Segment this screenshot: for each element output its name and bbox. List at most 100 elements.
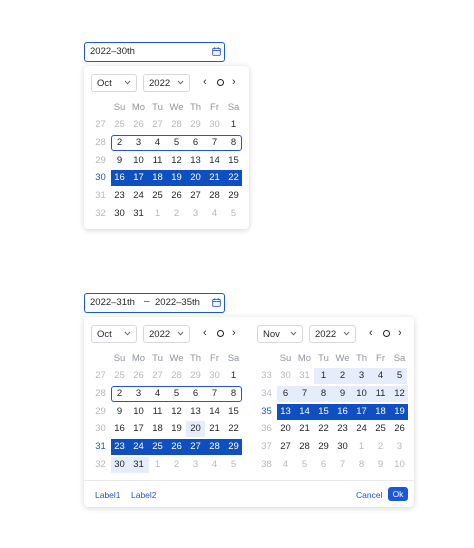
day-cell[interactable]: 1: [148, 457, 167, 473]
day-cell[interactable]: 21: [295, 421, 314, 437]
day-cell[interactable]: 3: [129, 386, 148, 402]
day-cell[interactable]: 17: [129, 421, 148, 437]
day-cell[interactable]: 28: [205, 439, 224, 455]
day-cell[interactable]: 6: [186, 135, 205, 151]
label1-link[interactable]: Label1: [95, 490, 121, 500]
day-cell[interactable]: 31: [129, 457, 148, 473]
day-cell[interactable]: 18: [148, 421, 167, 437]
day-cell[interactable]: 18: [148, 170, 167, 186]
day-cell[interactable]: 28: [167, 368, 186, 384]
week-range-input[interactable]: 2022–31th – 2022–35th: [84, 293, 225, 313]
day-cell[interactable]: 15: [224, 404, 243, 420]
day-cell[interactable]: 5: [167, 386, 186, 402]
right-month-select[interactable]: Nov: [257, 325, 303, 343]
day-cell[interactable]: 24: [352, 421, 371, 437]
day-cell[interactable]: 30: [205, 117, 224, 133]
day-cell[interactable]: 29: [314, 439, 333, 455]
day-cell[interactable]: 27: [276, 439, 295, 455]
day-cell[interactable]: 27: [148, 368, 167, 384]
day-cell[interactable]: 11: [371, 386, 390, 402]
day-cell[interactable]: 2: [167, 206, 186, 222]
ok-button[interactable]: Ok: [388, 487, 408, 501]
day-cell[interactable]: 9: [110, 404, 129, 420]
day-cell[interactable]: 19: [167, 421, 186, 437]
day-cell[interactable]: 26: [167, 439, 186, 455]
day-cell[interactable]: 30: [110, 206, 129, 222]
left-prev-button[interactable]: ‹: [203, 327, 207, 339]
week-number[interactable]: 32: [91, 206, 110, 222]
week-number[interactable]: 33: [257, 368, 276, 384]
day-cell[interactable]: 29: [224, 188, 243, 204]
day-cell[interactable]: 3: [186, 457, 205, 473]
left-year-select[interactable]: 2022: [143, 325, 190, 343]
day-cell[interactable]: 31: [295, 368, 314, 384]
day-cell[interactable]: 22: [314, 421, 333, 437]
day-cell[interactable]: 24: [129, 188, 148, 204]
day-cell[interactable]: 7: [205, 135, 224, 151]
day-cell[interactable]: 14: [295, 404, 314, 420]
day-cell[interactable]: 17: [352, 404, 371, 420]
day-cell[interactable]: 16: [110, 170, 129, 186]
cancel-button[interactable]: Cancel: [356, 490, 382, 500]
week-number[interactable]: 27: [91, 368, 110, 384]
week-number[interactable]: 35: [257, 404, 276, 420]
left-month-select[interactable]: Oct: [91, 325, 137, 343]
day-cell[interactable]: 6: [186, 386, 205, 402]
day-cell[interactable]: 22: [224, 421, 243, 437]
day-cell[interactable]: 13: [276, 404, 295, 420]
day-cell[interactable]: 5: [295, 457, 314, 473]
day-cell[interactable]: 7: [295, 386, 314, 402]
day-cell[interactable]: 11: [148, 404, 167, 420]
day-cell[interactable]: 19: [390, 404, 409, 420]
day-cell[interactable]: 30: [276, 368, 295, 384]
day-cell[interactable]: 31: [129, 206, 148, 222]
day-cell[interactable]: 26: [390, 421, 409, 437]
day-cell[interactable]: 21: [205, 170, 224, 186]
day-cell[interactable]: 4: [276, 457, 295, 473]
day-cell[interactable]: 12: [167, 404, 186, 420]
day-cell[interactable]: 1: [224, 368, 243, 384]
day-cell[interactable]: 2: [167, 457, 186, 473]
day-cell[interactable]: 4: [371, 368, 390, 384]
week-number[interactable]: 31: [91, 188, 110, 204]
day-cell[interactable]: 13: [186, 153, 205, 169]
day-cell[interactable]: 27: [186, 439, 205, 455]
week-number[interactable]: 38: [257, 457, 276, 473]
day-cell[interactable]: 20: [186, 170, 205, 186]
day-cell[interactable]: 23: [333, 421, 352, 437]
day-cell[interactable]: 30: [333, 439, 352, 455]
day-cell[interactable]: 23: [110, 439, 129, 455]
day-cell[interactable]: 5: [167, 135, 186, 151]
day-cell[interactable]: 1: [224, 117, 243, 133]
day-cell[interactable]: 8: [314, 386, 333, 402]
day-cell[interactable]: 25: [110, 368, 129, 384]
day-cell[interactable]: 3: [129, 135, 148, 151]
day-cell[interactable]: 19: [167, 170, 186, 186]
day-cell[interactable]: 21: [205, 421, 224, 437]
week-number[interactable]: 29: [91, 153, 110, 169]
week-number[interactable]: 29: [91, 404, 110, 420]
day-cell[interactable]: 28: [295, 439, 314, 455]
day-cell[interactable]: 2: [371, 439, 390, 455]
day-cell[interactable]: 25: [148, 188, 167, 204]
day-cell[interactable]: 12: [390, 386, 409, 402]
day-cell[interactable]: 9: [110, 153, 129, 169]
day-cell[interactable]: 10: [129, 153, 148, 169]
day-cell[interactable]: 25: [148, 439, 167, 455]
day-cell[interactable]: 29: [186, 117, 205, 133]
day-cell[interactable]: 26: [167, 188, 186, 204]
day-cell[interactable]: 10: [352, 386, 371, 402]
week-number[interactable]: 30: [91, 421, 110, 437]
week-number[interactable]: 37: [257, 439, 276, 455]
day-cell[interactable]: 17: [129, 170, 148, 186]
day-cell[interactable]: 11: [148, 153, 167, 169]
day-cell[interactable]: 4: [205, 206, 224, 222]
week-number[interactable]: 27: [91, 117, 110, 133]
day-cell[interactable]: 14: [205, 153, 224, 169]
week-input[interactable]: 2022–30th: [84, 42, 225, 62]
month-select[interactable]: Oct: [91, 74, 137, 92]
right-year-select[interactable]: 2022: [309, 325, 356, 343]
week-number[interactable]: 28: [91, 135, 110, 151]
day-cell[interactable]: 10: [390, 457, 409, 473]
day-cell[interactable]: 7: [205, 386, 224, 402]
